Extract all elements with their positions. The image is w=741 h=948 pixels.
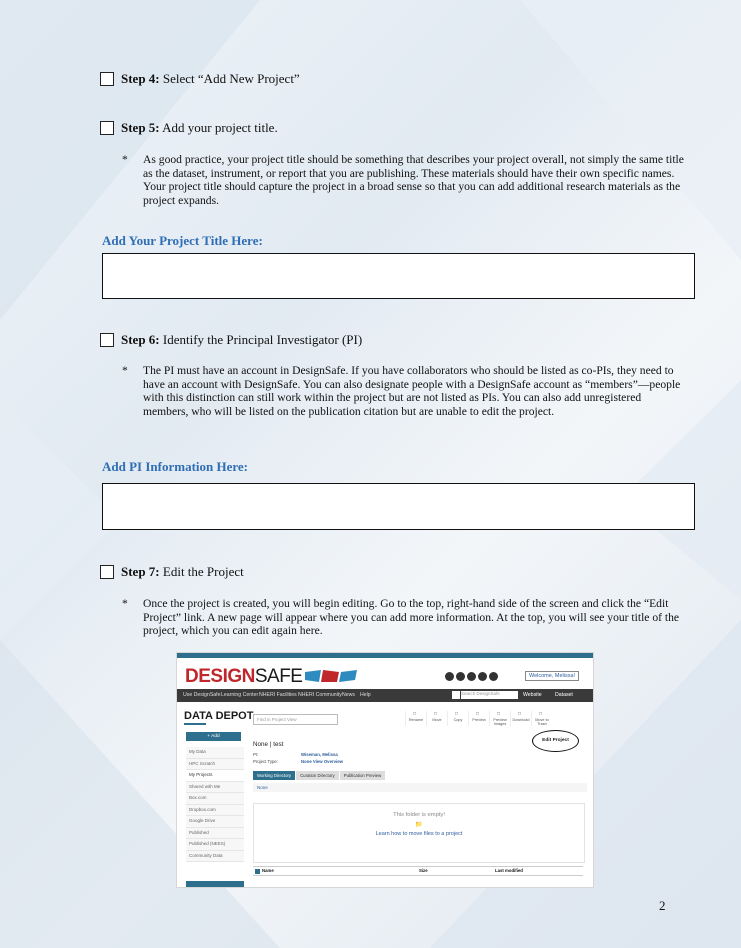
file-toolbar: Rename Move Copy Preview Preview Images …: [405, 711, 552, 726]
nav-item[interactable]: NHERI Facilities: [259, 692, 297, 698]
sidebar-item[interactable]: Google Drive: [186, 816, 244, 828]
step-7-bullet-text: Once the project is created, you will be…: [143, 597, 680, 638]
dataset-toggle[interactable]: Dataset: [555, 692, 573, 698]
page-number: 2: [659, 898, 666, 913]
toolbar-button[interactable]: Move: [426, 711, 447, 726]
step-5: Step 5: Add your project title.: [100, 120, 278, 136]
step-4-text: Select “Add New Project”: [159, 71, 300, 86]
toolbar-button[interactable]: Download: [510, 711, 531, 726]
tab-curation-directory[interactable]: Curation Directory: [296, 771, 339, 780]
toolbar-button[interactable]: Copy: [447, 711, 468, 726]
step-4: Step 4: Select “Add New Project”: [100, 71, 300, 87]
project-title-input-box[interactable]: [102, 253, 695, 299]
screenshot-navbar: Use DesignSafe Learning Center NHERI Fac…: [177, 689, 593, 702]
data-depot-title: DATA DEPOT: [184, 710, 254, 722]
bullet-marker: *: [122, 597, 128, 610]
nav-item[interactable]: Learning Center: [221, 692, 258, 698]
step-5-bullet-text: As good practice, your project title sho…: [143, 153, 684, 207]
toolbar-button[interactable]: Preview: [468, 711, 489, 726]
step-6: Step 6: Identify the Principal Investiga…: [100, 332, 362, 348]
nheri-flag-icon: [305, 670, 357, 682]
type-row: Project Type: None View Overview: [253, 759, 343, 764]
sidebar-item[interactable]: My Data: [186, 747, 244, 759]
social-icon[interactable]: [478, 672, 487, 681]
sidebar-item[interactable]: Box.com: [186, 793, 244, 805]
sidebar-item[interactable]: Published (NEES): [186, 839, 244, 851]
sidebar-item-my-projects[interactable]: My Projects: [186, 770, 244, 782]
designsafe-logo: DESIGNSAFE: [185, 666, 303, 687]
step-5-checkbox[interactable]: [100, 121, 114, 135]
step-7-text: Edit the Project: [159, 564, 244, 579]
toolbar-button[interactable]: Rename: [405, 711, 426, 726]
step-5-text: Add your project title.: [159, 120, 278, 135]
select-all-checkbox[interactable]: [255, 868, 260, 874]
path-breadcrumb[interactable]: None: [253, 783, 587, 792]
designsafe-screenshot: DESIGNSAFE Welcome, Melissa! Use DesignS…: [177, 653, 593, 887]
toolbar-button[interactable]: Move to Trash: [531, 711, 552, 726]
type-value: None View Overview: [301, 759, 343, 764]
find-in-project-input[interactable]: Find in Project View: [253, 714, 338, 725]
pi-value: Wiseman, Melissa: [301, 752, 338, 757]
column-last-modified[interactable]: Last modified: [495, 867, 523, 875]
depot-underline: [184, 723, 206, 725]
social-icon[interactable]: [489, 672, 498, 681]
bullet-marker: *: [122, 153, 128, 166]
step-7: Step 7: Edit the Project: [100, 564, 244, 580]
site-search-input[interactable]: Search DesignSafe: [461, 691, 518, 699]
sidebar-item[interactable]: Dropbox.com: [186, 804, 244, 816]
folder-icon: 📁: [415, 822, 423, 828]
social-icon[interactable]: [445, 672, 454, 681]
screenshot-header: DESIGNSAFE Welcome, Melissa!: [177, 658, 593, 687]
project-tabs: Working Directory Curation Directory Pub…: [253, 771, 386, 780]
sidebar-item[interactable]: Community Data: [186, 850, 244, 862]
bullet-marker: *: [122, 364, 128, 377]
welcome-button[interactable]: Welcome, Melissa!: [525, 671, 580, 681]
tab-publication-preview[interactable]: Publication Preview: [339, 771, 386, 780]
pi-row: PI: Wiseman, Melissa: [253, 752, 338, 757]
step-6-text: Identify the Principal Investigator (PI): [159, 332, 363, 347]
add-button[interactable]: + Add: [186, 732, 241, 741]
learn-move-files-link[interactable]: Learn how to move files to a project: [254, 831, 584, 837]
pi-heading: Add PI Information Here:: [102, 459, 249, 474]
toolbar-button[interactable]: Preview Images: [489, 711, 510, 726]
sidebar-bottom-button[interactable]: [186, 881, 244, 887]
step-6-label: Step 6:: [121, 332, 160, 347]
empty-folder-title: This folder is empty!: [393, 812, 445, 818]
search-icon[interactable]: [452, 691, 460, 699]
step-5-label: Step 5:: [121, 120, 160, 135]
social-icon[interactable]: [467, 672, 476, 681]
nav-item[interactable]: Help: [360, 692, 371, 698]
nav-item[interactable]: News: [342, 692, 355, 698]
step-7-label: Step 7:: [121, 564, 160, 579]
project-title-heading: Add Your Project Title Here:: [102, 233, 263, 248]
sidebar-item[interactable]: HPC Scratch: [186, 758, 244, 770]
sidebar-item[interactable]: Published: [186, 827, 244, 839]
step-6-bullet-text: The PI must have an account in DesignSaf…: [143, 364, 681, 418]
nav-item[interactable]: Use DesignSafe: [183, 692, 221, 698]
nav-item[interactable]: NHERI Community: [298, 692, 342, 698]
step-7-checkbox[interactable]: [100, 565, 114, 579]
column-name[interactable]: Name: [262, 867, 274, 875]
file-table-header: Name Size Last modified: [253, 866, 583, 876]
step-6-checkbox[interactable]: [100, 333, 114, 347]
social-icon[interactable]: [456, 672, 465, 681]
project-breadcrumb: None | test: [253, 741, 284, 748]
sidebar-item[interactable]: Shared with Me: [186, 781, 244, 793]
depot-sidebar: My Data HPC Scratch My Projects Shared w…: [186, 747, 244, 862]
tab-working-directory[interactable]: Working Directory: [253, 771, 296, 780]
edit-project-link[interactable]: Edit Project: [532, 730, 579, 752]
empty-folder-panel: This folder is empty! 📁 Learn how to mov…: [253, 803, 585, 863]
pi-input-box[interactable]: [102, 483, 695, 530]
column-size[interactable]: Size: [419, 867, 428, 875]
website-toggle[interactable]: Website: [523, 692, 542, 698]
step-4-checkbox[interactable]: [100, 72, 114, 86]
step-4-label: Step 4:: [121, 71, 160, 86]
social-icons: [445, 672, 498, 681]
document-page: Step 4: Select “Add New Project” Step 5:…: [0, 0, 741, 948]
